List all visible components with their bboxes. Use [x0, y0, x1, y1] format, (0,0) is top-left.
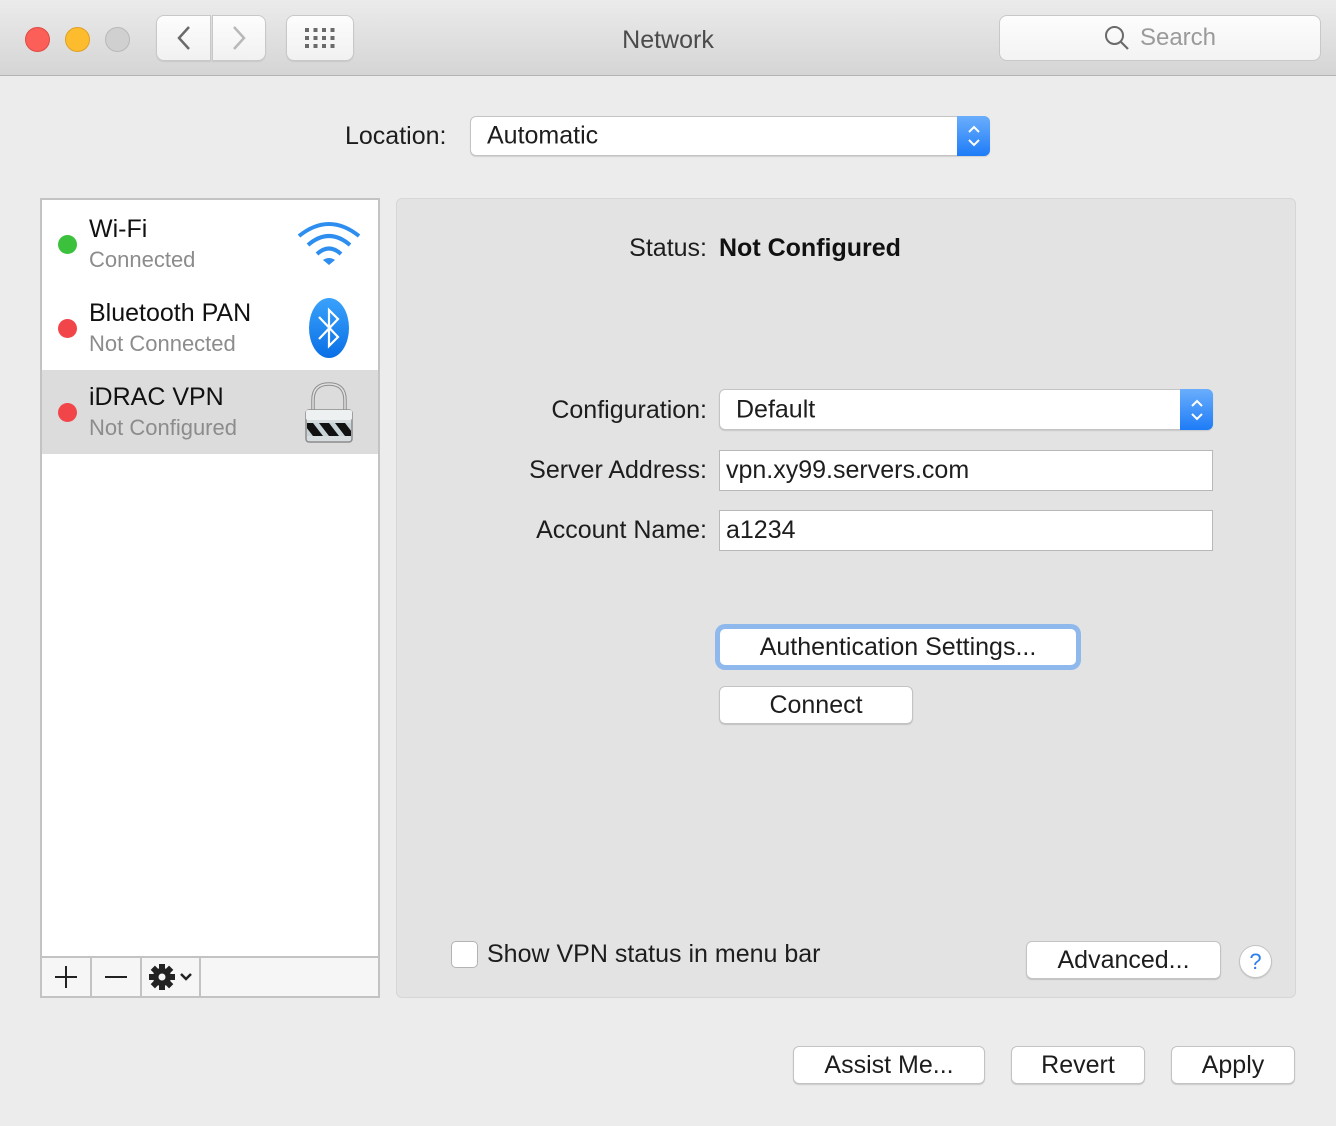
- minus-icon: [105, 976, 127, 978]
- show-vpn-status-label: Show VPN status in menu bar: [487, 940, 821, 968]
- location-label: Location:: [345, 122, 447, 150]
- add-service-button[interactable]: [42, 958, 92, 996]
- status-dot-disconnected: [58, 403, 77, 422]
- service-name: Wi-Fi: [89, 215, 148, 243]
- revert-button[interactable]: Revert: [1011, 1046, 1145, 1084]
- search-icon: [1104, 26, 1129, 50]
- search-placeholder: Search: [1139, 24, 1217, 51]
- service-status: Connected: [89, 247, 196, 272]
- action-menu-button[interactable]: [142, 958, 201, 996]
- service-status: Not Configured: [89, 415, 237, 440]
- account-name-field[interactable]: a1234: [719, 510, 1213, 551]
- chevron-down-icon: [180, 973, 192, 981]
- configuration-value: Default: [736, 395, 816, 423]
- show-vpn-status-checkbox[interactable]: [451, 941, 478, 968]
- wifi-icon: [296, 212, 362, 276]
- advanced-button[interactable]: Advanced...: [1026, 941, 1221, 979]
- configuration-popup[interactable]: Default: [719, 389, 1213, 430]
- service-name: iDRAC VPN: [89, 383, 224, 411]
- service-name: Bluetooth PAN: [89, 299, 252, 327]
- remove-service-button[interactable]: [92, 958, 142, 996]
- plus-icon: [55, 966, 77, 988]
- account-name-label: Account Name:: [536, 516, 707, 544]
- location-value: Automatic: [487, 121, 599, 150]
- assist-me-button[interactable]: Assist Me...: [793, 1046, 985, 1084]
- popup-stepper-icon: [1180, 389, 1213, 430]
- configuration-label: Configuration:: [551, 396, 707, 424]
- title-bar: Network Search: [0, 0, 1336, 76]
- service-list-toolbar: [42, 956, 378, 996]
- authentication-settings-button[interactable]: Authentication Settings...: [719, 628, 1077, 666]
- search-field[interactable]: Search: [999, 15, 1321, 61]
- apply-button[interactable]: Apply: [1171, 1046, 1295, 1084]
- status-dot-disconnected: [58, 319, 77, 338]
- service-item-bluetooth-pan[interactable]: Bluetooth PAN Not Connected: [42, 286, 378, 370]
- gear-icon: [149, 964, 175, 990]
- service-item-idrac-vpn[interactable]: iDRAC VPN Not Configured: [42, 370, 378, 454]
- bluetooth-icon: [296, 296, 362, 360]
- vpn-lock-icon: [296, 380, 362, 444]
- status-value: Not Configured: [719, 234, 901, 262]
- vpn-detail-panel: Status: Not Configured Configuration: De…: [396, 198, 1296, 998]
- server-address-label: Server Address:: [529, 456, 707, 484]
- location-popup[interactable]: Automatic: [470, 116, 990, 156]
- service-list: Wi-Fi Connected Bluetooth PAN Not Connec…: [40, 198, 380, 998]
- service-item-wifi[interactable]: Wi-Fi Connected: [42, 202, 378, 286]
- server-address-field[interactable]: vpn.xy99.servers.com: [719, 450, 1213, 491]
- service-status: Not Connected: [89, 331, 236, 356]
- help-button[interactable]: ?: [1239, 945, 1272, 978]
- status-label: Status:: [629, 234, 707, 262]
- popup-stepper-icon: [957, 116, 990, 156]
- status-dot-connected: [58, 235, 77, 254]
- connect-button[interactable]: Connect: [719, 686, 913, 724]
